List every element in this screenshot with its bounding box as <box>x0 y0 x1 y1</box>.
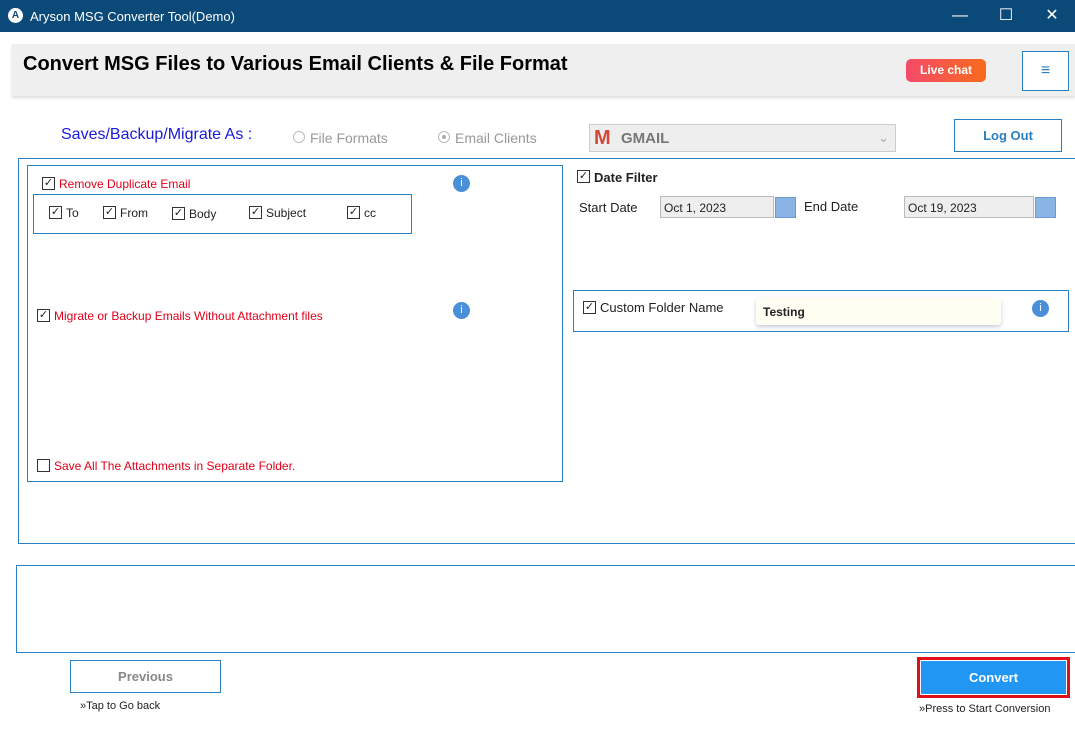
calendar-icon[interactable] <box>1035 197 1056 218</box>
radio-file-formats[interactable] <box>293 131 305 143</box>
field-cc-checkbox[interactable]: ✓ <box>347 206 360 219</box>
remove-duplicate-checkbox[interactable]: ✓ <box>42 177 55 190</box>
start-date-label: Start Date <box>579 200 638 215</box>
separate-folder-checkbox[interactable] <box>37 459 50 472</box>
custom-folder-checkbox[interactable]: ✓ <box>583 301 596 314</box>
maximize-button[interactable]: ☐ <box>983 4 1029 28</box>
convert-hint: »Press to Start Conversion <box>919 703 1051 715</box>
field-to-checkbox[interactable]: ✓ <box>49 206 62 219</box>
calendar-icon[interactable] <box>775 197 796 218</box>
separate-folder-label: Save All The Attachments in Separate Fol… <box>54 459 296 473</box>
chevron-down-icon: ⌄ <box>878 130 889 145</box>
previous-hint: »Tap to Go back <box>80 700 161 712</box>
custom-folder-label: Custom Folder Name <box>600 300 724 315</box>
field-subject-checkbox[interactable]: ✓ <box>249 206 262 219</box>
save-as-label: Saves/Backup/Migrate As : <box>61 126 253 143</box>
selected-client: GMAIL <box>621 130 670 147</box>
field-from-checkbox[interactable]: ✓ <box>103 206 116 219</box>
menu-button[interactable]: ≡ <box>1022 51 1069 91</box>
start-date-input[interactable]: Oct 1, 2023 <box>660 196 774 218</box>
date-filter-label: Date Filter <box>594 170 658 185</box>
convert-button[interactable]: Convert <box>921 661 1066 694</box>
without-attachments-checkbox[interactable]: ✓ <box>37 309 50 322</box>
close-button[interactable]: ✕ <box>1029 4 1075 28</box>
date-filter-checkbox[interactable]: ✓ <box>577 170 590 183</box>
info-icon[interactable]: i <box>453 302 470 319</box>
info-icon[interactable]: i <box>1032 300 1049 317</box>
field-cc-label: cc <box>364 206 376 220</box>
file-formats-label: File Formats <box>310 130 388 146</box>
remove-duplicate-label: Remove Duplicate Email <box>59 177 191 191</box>
field-body-checkbox[interactable]: ✓ <box>172 207 185 220</box>
end-date-label: End Date <box>804 199 859 214</box>
without-attachments-label: Migrate or Backup Emails Without Attachm… <box>54 309 323 323</box>
field-to-label: To <box>66 206 79 220</box>
page-title: Convert MSG Files to Various Email Clien… <box>23 53 568 75</box>
email-clients-label: Email Clients <box>455 130 537 146</box>
log-panel <box>16 565 1075 653</box>
email-client-dropdown[interactable]: M GMAIL ⌄ <box>589 124 896 152</box>
previous-button[interactable]: Previous <box>70 660 221 693</box>
field-from-label: From <box>120 206 148 220</box>
end-date-input[interactable]: Oct 19, 2023 <box>904 196 1034 218</box>
info-icon[interactable]: i <box>453 175 470 192</box>
gmail-icon: M <box>594 127 611 149</box>
live-chat-button[interactable]: Live chat <box>906 59 986 82</box>
title-bar: A Aryson MSG Converter Tool(Demo) — ☐ ✕ <box>0 0 1075 32</box>
field-body-label: Body <box>189 207 217 221</box>
field-subject-label: Subject <box>266 206 307 220</box>
minimize-button[interactable]: — <box>937 4 983 28</box>
radio-email-clients[interactable] <box>438 131 450 143</box>
custom-folder-input[interactable]: Testing <box>756 298 1001 325</box>
logout-button[interactable]: Log Out <box>954 119 1062 152</box>
window-title: Aryson MSG Converter Tool(Demo) <box>30 9 235 24</box>
app-logo-icon: A <box>8 8 23 23</box>
